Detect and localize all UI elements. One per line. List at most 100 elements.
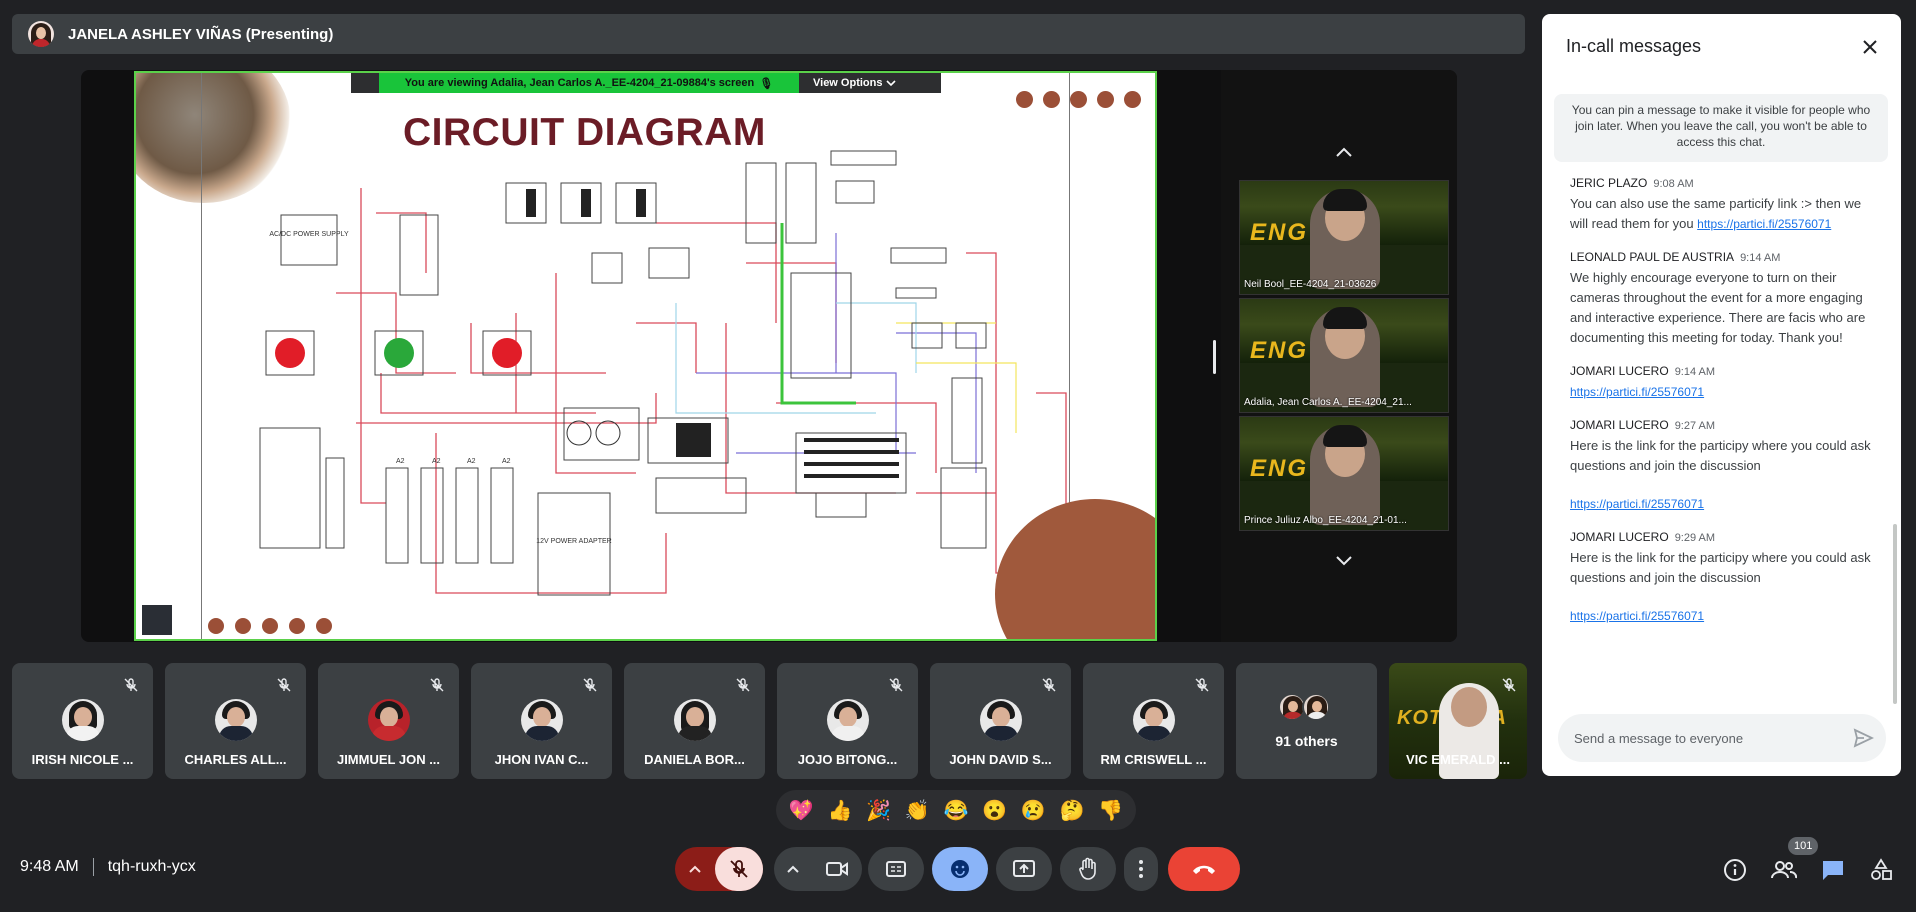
svg-text:A2: A2 — [432, 458, 441, 465]
others-tile[interactable]: 91 others — [1236, 663, 1377, 779]
mic-off-icon — [889, 678, 903, 692]
pin-info-note: You can pin a message to make it visible… — [1554, 94, 1888, 162]
participant-tile[interactable]: JIMMUEL JON ... — [318, 663, 459, 779]
chat-message: JOMARI LUCERO 9:14 AM https://partici.fi/… — [1570, 362, 1880, 402]
people-count-badge: 101 — [1788, 837, 1819, 855]
message-link[interactable]: https://partici.fi/25576071 — [1570, 385, 1704, 399]
mic-off-icon — [1195, 678, 1209, 692]
participant-name: DANIELA BOR... — [644, 752, 745, 767]
chat-message: JERIC PLAZO 9:08 AM You can also use the … — [1570, 174, 1880, 234]
viewing-text: You are viewing Adalia, Jean Carlos A._E… — [379, 73, 799, 93]
emoji-icon — [951, 860, 969, 878]
reaction-heart-button[interactable]: 💖 — [784, 793, 818, 827]
message-sender: JOMARI LUCERO — [1570, 530, 1669, 544]
activities-button[interactable] — [1868, 857, 1894, 883]
present-button[interactable] — [996, 847, 1052, 891]
chat-button[interactable] — [1820, 857, 1846, 883]
reaction-thinking-button[interactable]: 🤔 — [1055, 793, 1089, 827]
reaction-thumbs-down-button[interactable]: 👎 — [1094, 793, 1128, 827]
mic-off-icon — [1042, 678, 1056, 692]
more-options-button[interactable] — [1124, 847, 1158, 891]
reactions-button[interactable] — [932, 847, 988, 891]
camera-control — [774, 847, 862, 891]
video-options-button[interactable] — [774, 864, 812, 874]
camera-toggle-button[interactable] — [812, 860, 862, 878]
people-icon — [1771, 861, 1797, 879]
participant-name: JHON IVAN C... — [494, 752, 589, 767]
mic-off-icon — [730, 860, 748, 878]
avatar — [1302, 693, 1330, 721]
reaction-surprised-button[interactable]: 😮 — [978, 793, 1012, 827]
reaction-sad-button[interactable]: 😢 — [1016, 793, 1050, 827]
message-body: Here is the link for the participy where… — [1570, 438, 1871, 473]
view-options-button[interactable]: View Options — [801, 73, 897, 93]
present-screen-icon — [1013, 860, 1035, 877]
stage-video-tile[interactable]: ENG ON Neil Bool_EE-4204_21-03626 — [1239, 180, 1449, 295]
chevron-up-icon — [689, 865, 701, 873]
chat-icon — [1823, 861, 1843, 880]
message-sender: JOMARI LUCERO — [1570, 418, 1669, 432]
stage-resize-handle[interactable] — [1213, 340, 1216, 374]
close-icon[interactable] — [1859, 36, 1881, 58]
participant-name: JIMMUEL JON ... — [336, 752, 441, 767]
captions-icon — [886, 861, 906, 877]
chat-panel: In-call messages You can pin a message t… — [1542, 14, 1901, 776]
more-vert-icon — [1139, 860, 1143, 878]
leave-call-button[interactable] — [1168, 847, 1240, 891]
reaction-laugh-button[interactable]: 😂 — [939, 793, 973, 827]
message-link[interactable]: https://partici.fi/25576071 — [1697, 217, 1831, 231]
participant-tile[interactable]: DANIELA BOR... — [624, 663, 765, 779]
avatar — [673, 699, 716, 741]
reaction-party-button[interactable]: 🎉 — [862, 793, 896, 827]
send-icon[interactable] — [1852, 727, 1874, 749]
message-sender: JERIC PLAZO — [1570, 176, 1648, 190]
message-input[interactable] — [1574, 730, 1834, 746]
chevron-up-icon[interactable] — [1334, 145, 1354, 159]
stage-video-tile[interactable]: ENG ON Prince Juliuz Albo_EE-4204_21-01.… — [1239, 416, 1449, 531]
audio-options-button[interactable] — [675, 864, 715, 874]
presenter-status-icon: 🎙 — [759, 77, 774, 90]
svg-text:A2: A2 — [467, 458, 476, 465]
participant-tile[interactable]: RM CRISWELL ... — [1083, 663, 1224, 779]
participant-tile[interactable]: CHARLES ALL... — [165, 663, 306, 779]
captions-button[interactable] — [868, 847, 924, 891]
avatar — [214, 699, 257, 741]
chevron-down-icon — [886, 80, 897, 87]
people-button[interactable] — [1771, 857, 1797, 883]
chat-message: JOMARI LUCERO 9:27 AM Here is the link fo… — [1570, 416, 1880, 514]
chevron-down-icon[interactable] — [1334, 554, 1354, 568]
participant-tile[interactable]: JOHN DAVID S... — [930, 663, 1071, 779]
participant-tile[interactable]: JOJO BITONG... — [777, 663, 918, 779]
participant-name: VIC EMERALD ... — [1405, 752, 1510, 767]
mic-off-icon — [583, 678, 597, 692]
clock-time: 9:48 AM — [20, 858, 79, 875]
reaction-thumbs-up-button[interactable]: 👍 — [823, 793, 857, 827]
meeting-details-button[interactable] — [1722, 857, 1748, 883]
participant-tile[interactable]: JHON IVAN C... — [471, 663, 612, 779]
hand-icon — [1079, 857, 1096, 880]
meeting-info: 9:48 AM tqh-ruxh-ycx — [20, 858, 196, 876]
presentation-slide: CIRCUIT DIAGRAM AC/DC POWER SUPPLY 12V P… — [134, 71, 1157, 641]
avatar — [520, 699, 563, 741]
reaction-clap-button[interactable]: 👏 — [900, 793, 934, 827]
participant-tile[interactable]: IRISH NICOLE ... — [12, 663, 153, 779]
shared-screen: CIRCUIT DIAGRAM AC/DC POWER SUPPLY 12V P… — [81, 70, 1457, 642]
participant-name: JOHN DAVID S... — [949, 752, 1052, 767]
viewing-banner: You are viewing Adalia, Jean Carlos A._E… — [351, 73, 941, 93]
mic-toggle-button[interactable] — [715, 847, 763, 891]
chat-scrollbar[interactable] — [1893, 524, 1897, 704]
mic-off-icon — [430, 678, 444, 692]
participant-video-tile[interactable]: KOTODMA VIC EMERALD ... — [1389, 663, 1527, 779]
camera-icon — [826, 862, 848, 876]
participant-name: RM CRISWELL ... — [1100, 752, 1207, 767]
message-link[interactable]: https://partici.fi/25576071 — [1570, 609, 1704, 623]
raise-hand-button[interactable] — [1060, 847, 1116, 891]
shapes-icon — [1871, 858, 1892, 880]
svg-text:12V POWER ADAPTER: 12V POWER ADAPTER — [536, 538, 611, 545]
mic-off-icon — [277, 678, 291, 692]
message-time: 9:27 AM — [1674, 420, 1716, 432]
stage-video-tile[interactable]: ENG ON Adalia, Jean Carlos A._EE-4204_21… — [1239, 298, 1449, 413]
avatar — [367, 699, 410, 741]
meeting-code: tqh-ruxh-ycx — [107, 858, 196, 875]
message-link[interactable]: https://partici.fi/25576071 — [1570, 497, 1704, 511]
